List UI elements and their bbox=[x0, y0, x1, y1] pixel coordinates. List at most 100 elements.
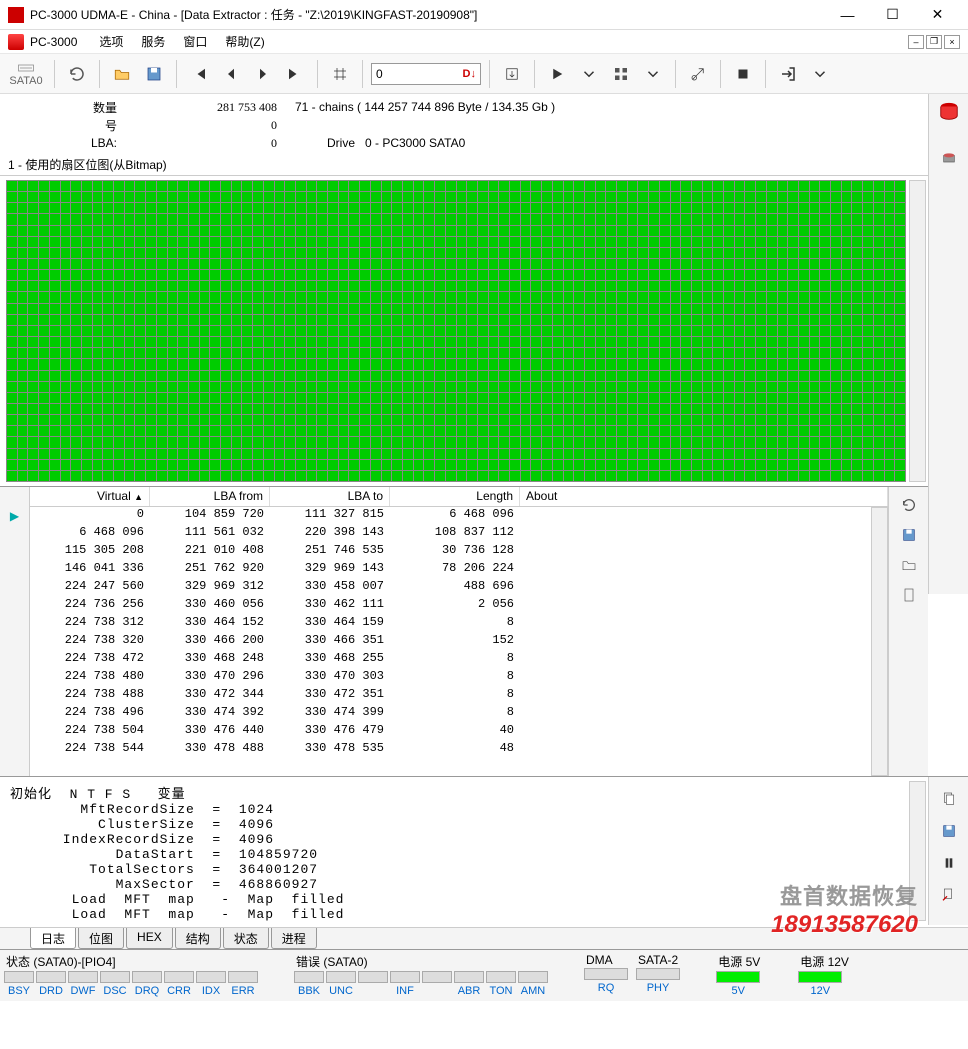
tab-hex[interactable]: HEX bbox=[126, 928, 173, 949]
table-area: ▶ Virtual ▲ LBA from LBA to Length About… bbox=[0, 486, 928, 776]
disk-red-icon[interactable] bbox=[936, 100, 962, 124]
tab-bitmap[interactable]: 位图 bbox=[78, 928, 124, 949]
toolbar: SATA0 0 D↓ bbox=[0, 54, 968, 94]
tab-log[interactable]: 日志 bbox=[30, 928, 76, 949]
th-about[interactable]: About bbox=[520, 487, 888, 506]
log-tabs: 日志 位图 HEX 结构 状态 进程 bbox=[0, 927, 968, 949]
info-drive-value: 0 - PC3000 SATA0 bbox=[355, 136, 465, 150]
table-save-icon[interactable] bbox=[896, 523, 922, 547]
grid2-icon[interactable] bbox=[607, 60, 635, 88]
menubar: PC-3000 选项 服务 窗口 帮助(Z) – ❐ × bbox=[0, 30, 968, 54]
tab-struct[interactable]: 结构 bbox=[175, 928, 221, 949]
info-count-label: 数量 bbox=[60, 99, 125, 116]
disk-small-icon[interactable] bbox=[936, 146, 962, 170]
status-12v-title: 电源 12V bbox=[798, 952, 851, 971]
mdi-minimize[interactable]: – bbox=[908, 35, 924, 49]
table-refresh-icon[interactable] bbox=[896, 493, 922, 517]
table-row[interactable]: 224 738 312330 464 152330 464 1598 bbox=[30, 615, 888, 633]
table-row[interactable]: 6 468 096111 561 032220 398 143108 837 1… bbox=[30, 525, 888, 543]
th-virtual[interactable]: Virtual ▲ bbox=[30, 487, 150, 506]
address-value: 0 bbox=[376, 67, 383, 81]
export-icon[interactable] bbox=[498, 60, 526, 88]
log-clear-icon[interactable] bbox=[936, 883, 962, 907]
menu-options[interactable]: 选项 bbox=[91, 30, 131, 53]
row-marker-icon: ▶ bbox=[10, 509, 19, 776]
log-save-icon[interactable] bbox=[936, 819, 962, 843]
table-header: Virtual ▲ LBA from LBA to Length About bbox=[30, 487, 888, 507]
mdi-close[interactable]: × bbox=[944, 35, 960, 49]
info-count-value: 281 753 408 bbox=[125, 100, 285, 115]
stop-icon[interactable] bbox=[729, 60, 757, 88]
table-row[interactable]: 224 736 256330 460 056330 462 1112 056 bbox=[30, 597, 888, 615]
next-icon[interactable] bbox=[249, 60, 277, 88]
statusbar: 状态 (SATA0)-[PIO4] BSYDRDDWFDSCDRQCRRIDXE… bbox=[0, 949, 968, 1001]
info-count-extra: 71 - chains ( 144 257 744 896 Byte / 134… bbox=[285, 100, 555, 114]
close-button[interactable]: ✕ bbox=[915, 1, 960, 29]
port-button[interactable]: SATA0 bbox=[6, 60, 46, 88]
log-scrollbar[interactable] bbox=[909, 781, 926, 921]
brand-icon bbox=[8, 34, 24, 50]
table-row[interactable]: 224 738 504330 476 440330 476 47940 bbox=[30, 723, 888, 741]
address-input[interactable]: 0 D↓ bbox=[371, 63, 481, 85]
minimize-button[interactable]: — bbox=[825, 1, 870, 29]
led-DSC: DSC bbox=[100, 971, 130, 997]
status-dma-title: DMA bbox=[584, 952, 628, 968]
menu-help[interactable]: 帮助(Z) bbox=[217, 30, 272, 53]
exit-dropdown-icon[interactable] bbox=[806, 60, 834, 88]
table-row[interactable]: 224 738 472330 468 248330 468 2558 bbox=[30, 651, 888, 669]
table-row[interactable]: 224 738 496330 474 392330 474 3998 bbox=[30, 705, 888, 723]
table-scrollbar[interactable] bbox=[871, 507, 888, 776]
table-row[interactable]: 0104 859 720111 327 8156 468 096 bbox=[30, 507, 888, 525]
th-lba-to[interactable]: LBA to bbox=[270, 487, 390, 506]
first-icon[interactable] bbox=[185, 60, 213, 88]
address-suffix: D↓ bbox=[463, 68, 476, 80]
led-IDX: IDX bbox=[196, 971, 226, 997]
log-copy-icon[interactable] bbox=[936, 787, 962, 811]
grid2-dropdown-icon[interactable] bbox=[639, 60, 667, 88]
tab-process[interactable]: 进程 bbox=[271, 928, 317, 949]
table-folder-icon[interactable] bbox=[896, 553, 922, 577]
play-icon[interactable] bbox=[543, 60, 571, 88]
play-dropdown-icon[interactable] bbox=[575, 60, 603, 88]
bitmap-scrollbar[interactable] bbox=[909, 180, 926, 482]
menu-services[interactable]: 服务 bbox=[133, 30, 173, 53]
th-lba-from[interactable]: LBA from bbox=[150, 487, 270, 506]
info-lba-label: LBA: bbox=[60, 136, 125, 150]
maximize-button[interactable]: ☐ bbox=[870, 1, 915, 29]
tab-status[interactable]: 状态 bbox=[223, 928, 269, 949]
mdi-restore[interactable]: ❐ bbox=[926, 35, 942, 49]
log-pause-icon[interactable] bbox=[936, 851, 962, 875]
table-row[interactable]: 115 305 208221 010 408251 746 53530 736 … bbox=[30, 543, 888, 561]
table-row[interactable]: 224 738 544330 478 488330 478 53548 bbox=[30, 741, 888, 759]
led-PHY: PHY bbox=[636, 968, 680, 994]
led-INF: INF bbox=[390, 971, 420, 997]
led-ERR: ERR bbox=[228, 971, 258, 997]
status-error-title: 错误 (SATA0) bbox=[294, 952, 548, 971]
tools-icon[interactable] bbox=[684, 60, 712, 88]
menu-window[interactable]: 窗口 bbox=[175, 30, 215, 53]
th-length[interactable]: Length bbox=[390, 487, 520, 506]
led-5V: 5V bbox=[716, 971, 760, 997]
prev-icon[interactable] bbox=[217, 60, 245, 88]
refresh-icon[interactable] bbox=[63, 60, 91, 88]
grid-icon[interactable] bbox=[326, 60, 354, 88]
table-row[interactable]: 224 738 480330 470 296330 470 3038 bbox=[30, 669, 888, 687]
save-icon[interactable] bbox=[140, 60, 168, 88]
table-row[interactable]: 224 738 320330 466 200330 466 351152 bbox=[30, 633, 888, 651]
led-blank bbox=[422, 971, 452, 997]
table-row[interactable]: 224 247 560329 969 312330 458 007488 696 bbox=[30, 579, 888, 597]
exit-icon[interactable] bbox=[774, 60, 802, 88]
table-row[interactable]: 146 041 336251 762 920329 969 14378 206 … bbox=[30, 561, 888, 579]
led-UNC: UNC bbox=[326, 971, 356, 997]
table-doc-icon[interactable] bbox=[896, 583, 922, 607]
last-icon[interactable] bbox=[281, 60, 309, 88]
table-row[interactable]: 224 738 488330 472 344330 472 3518 bbox=[30, 687, 888, 705]
led-CRR: CRR bbox=[164, 971, 194, 997]
brand-label[interactable]: PC-3000 bbox=[30, 35, 77, 49]
led-BSY: BSY bbox=[4, 971, 34, 997]
info-num-value: 0 bbox=[125, 118, 285, 133]
info-num-label: 号 bbox=[60, 117, 125, 134]
open-icon[interactable] bbox=[108, 60, 136, 88]
status-5v-title: 电源 5V bbox=[716, 952, 762, 971]
bitmap-area[interactable] bbox=[0, 176, 928, 486]
